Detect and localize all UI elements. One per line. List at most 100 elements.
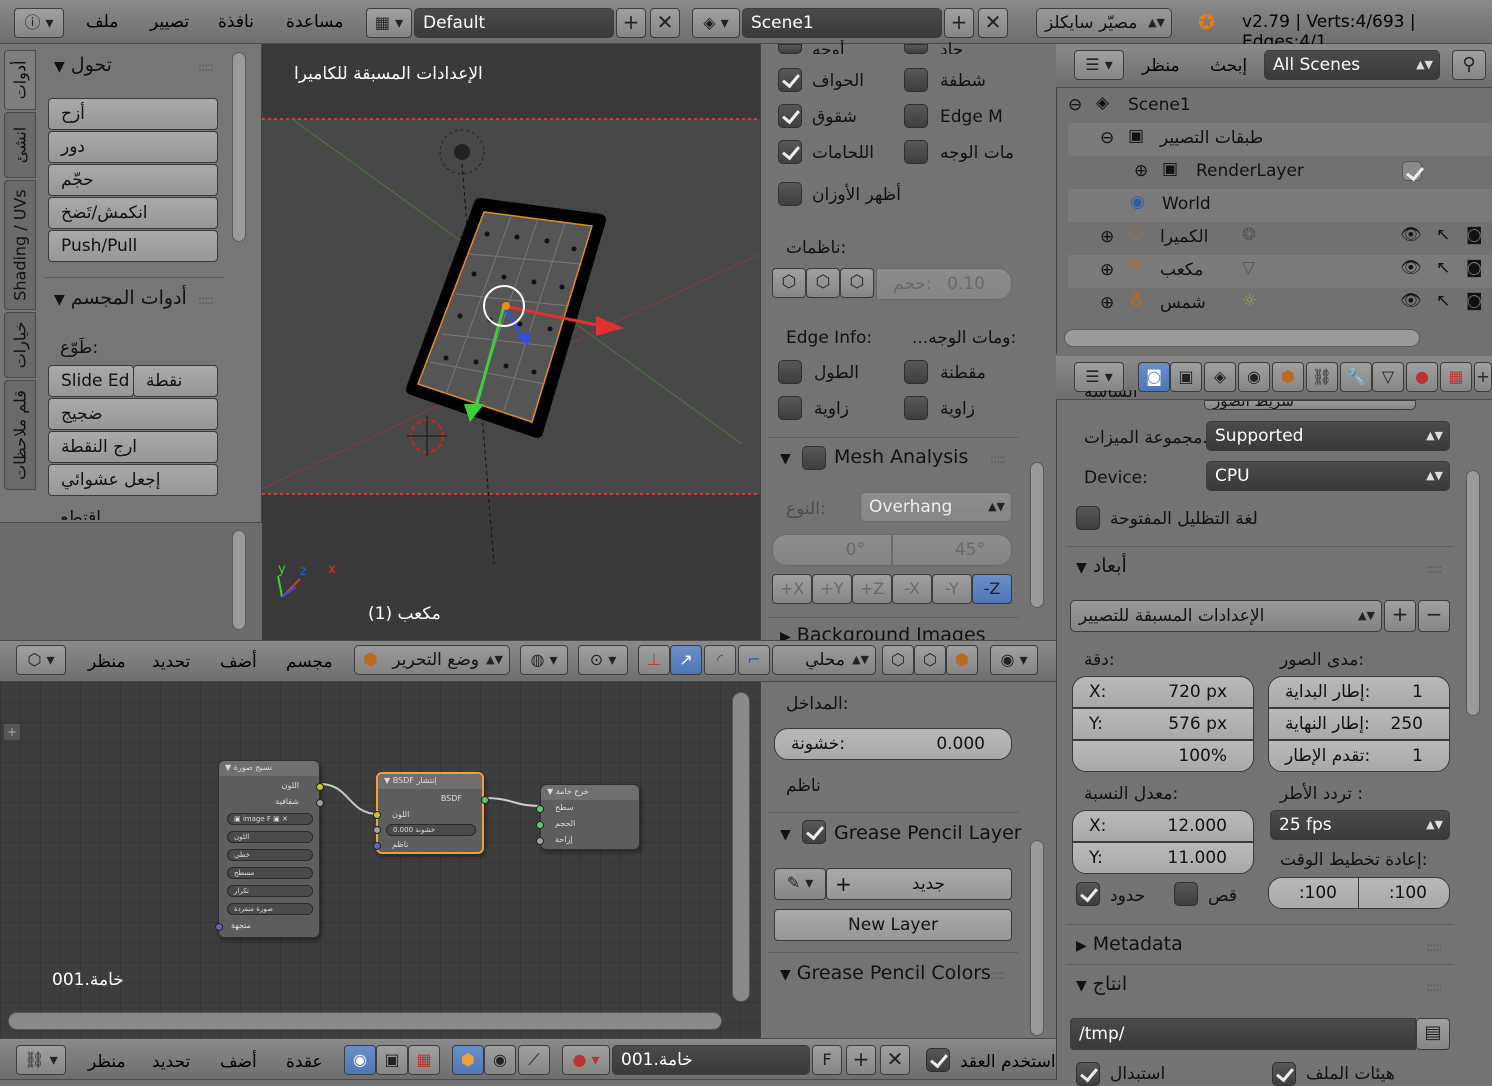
remove-screen-icon[interactable]: ✕ xyxy=(650,8,680,38)
panel-grip-icon[interactable]: ::::: xyxy=(990,968,1006,982)
randomize-button[interactable]: إجعل عشوائي xyxy=(48,464,218,496)
osl-checkbox[interactable] xyxy=(1076,506,1100,530)
output-path-field[interactable]: /tmp/ xyxy=(1070,1018,1416,1050)
eye-icon[interactable]: 👁 xyxy=(1400,258,1422,278)
resolution-percent-field[interactable]: 100% xyxy=(1072,740,1254,772)
add-preset-icon[interactable]: + xyxy=(1384,600,1416,632)
tool-shelf-scrollbar[interactable] xyxy=(232,52,246,242)
node-menu-select[interactable]: تحديد xyxy=(152,1052,190,1072)
new-gp-button[interactable]: + جديد xyxy=(826,868,1012,900)
translate-button[interactable]: أزح xyxy=(48,98,218,130)
mesh-analysis-checkbox[interactable] xyxy=(802,446,826,470)
render-engine-dropdown[interactable]: مصيّر سايكلز ▲▼ xyxy=(1036,8,1172,38)
screen-layout-field[interactable]: Default xyxy=(414,8,614,38)
scale-button[interactable]: حجّم xyxy=(48,164,218,196)
expand-icon[interactable]: ⊕ xyxy=(1134,161,1148,181)
render-tab-icon[interactable]: ◙ xyxy=(1138,362,1170,392)
slide-vertex-button[interactable]: نقطة xyxy=(133,365,218,397)
smooth-vertex-button[interactable]: ارج النقطة xyxy=(48,431,218,463)
metadata-panel-title[interactable]: ▶ Metadata xyxy=(1076,933,1183,955)
gp-colors-title[interactable]: ▼ Grease Pencil Colors xyxy=(780,962,991,984)
pencil-icon[interactable]: ✎ ▾ xyxy=(774,868,826,900)
crop-checkbox[interactable] xyxy=(1174,882,1198,906)
view3d-menu-select[interactable]: تحديد xyxy=(152,652,190,672)
node-menu-view[interactable]: منظر xyxy=(88,1052,126,1072)
screen-layout-icon[interactable]: ▦ ▾ xyxy=(366,8,412,38)
menu-file[interactable]: ملف xyxy=(86,12,118,32)
translate-manipulator-icon[interactable]: ↗ xyxy=(670,645,702,675)
frame-end-field[interactable]: إطار النهاية: 250 xyxy=(1268,708,1450,740)
frame-rate-dropdown[interactable]: 25 fps ▲▼ xyxy=(1270,810,1450,840)
frame-start-field[interactable]: إطار البداية: 1 xyxy=(1268,676,1450,708)
expand-icon[interactable]: ⊕ xyxy=(1100,227,1114,247)
tree-camera[interactable]: ⊕ ⎔ الكميرا ❂ 👁 ↖ ◙ xyxy=(1068,222,1492,255)
material-tab-icon[interactable]: ● xyxy=(1406,362,1438,392)
remap-old-field[interactable]: :100 xyxy=(1268,877,1360,909)
panel-grip-icon[interactable]: ::::: xyxy=(1426,980,1442,994)
scene-tab-icon[interactable]: ◈ xyxy=(1204,362,1236,392)
view3d-menu-view[interactable]: منظر xyxy=(88,652,126,672)
image-texture-node[interactable]: ▼ نسيج صورة اللون شفافية ▣ image F ▣ ✕ ا… xyxy=(215,760,324,938)
texture-tab-icon[interactable]: ▦ xyxy=(1440,362,1472,392)
world-shader-icon[interactable]: ◉ xyxy=(484,1045,516,1075)
tree-render-layers[interactable]: ⊖ ▣ طبقات التصيير xyxy=(1068,123,1492,156)
line-style-icon[interactable]: ⟋ xyxy=(518,1045,550,1075)
view3d-editor-icon[interactable]: ⬡ ▾ xyxy=(16,645,66,675)
cursor-icon[interactable]: ↖ xyxy=(1436,291,1450,311)
material-browse-icon[interactable]: ● ▾ xyxy=(562,1045,610,1075)
resolution-x-field[interactable]: X: 720 px xyxy=(1072,676,1254,708)
shading-mode-icon[interactable]: ◍ ▾ xyxy=(520,645,568,675)
frame-step-field[interactable]: تقدم الإطار: 1 xyxy=(1268,740,1450,772)
socket-color[interactable] xyxy=(316,783,324,791)
node-image-source[interactable]: صورة منفردة xyxy=(227,903,313,915)
node-extension[interactable]: تكرار xyxy=(227,885,313,897)
edge-select-icon[interactable]: ⬡ xyxy=(914,645,946,675)
outliner-menu-search[interactable]: إبحث xyxy=(1210,56,1247,76)
render-camera-icon[interactable]: ◙ xyxy=(1466,258,1483,278)
panel-grip-icon[interactable]: ::::: xyxy=(1426,940,1442,954)
tree-scene[interactable]: ⊖ ◈ Scene1 xyxy=(1068,90,1492,123)
split-normals-icon[interactable]: ⬡ xyxy=(806,268,840,298)
axis-py-button[interactable]: +Y xyxy=(812,574,852,604)
add-scene-icon[interactable]: + xyxy=(944,8,974,38)
border-checkbox[interactable] xyxy=(1076,882,1100,906)
add-screen-icon[interactable]: + xyxy=(616,8,646,38)
material-name-field[interactable]: خامة.001 xyxy=(612,1045,810,1075)
tree-sun[interactable]: ⊕ ♁ شمس ☼ 👁 ↖ ◙ xyxy=(1068,288,1492,321)
edges-checkbox[interactable] xyxy=(778,68,802,92)
socket-surface[interactable] xyxy=(536,805,544,813)
menu-render[interactable]: تصيير xyxy=(150,12,189,32)
remap-new-field[interactable]: :100 xyxy=(1358,877,1450,909)
vertex-select-icon[interactable]: ⬡ xyxy=(882,645,914,675)
proportional-edit-icon[interactable]: ◉ ▾ xyxy=(990,645,1038,675)
n-panel-scrollbar[interactable] xyxy=(1030,462,1044,608)
creases-checkbox[interactable] xyxy=(778,104,802,128)
render-camera-icon[interactable]: ◙ xyxy=(1466,291,1483,311)
socket-roughness[interactable] xyxy=(373,826,381,834)
output-panel-title[interactable]: ▼ انتاج xyxy=(1076,973,1127,995)
edge-marks-checkbox[interactable] xyxy=(904,104,928,128)
menu-help[interactable]: مساعدة xyxy=(286,12,343,32)
socket-color-in[interactable] xyxy=(373,811,381,819)
edge-angle-checkbox[interactable] xyxy=(778,396,802,420)
panel-grip-icon[interactable]: ::::: xyxy=(1426,562,1442,576)
object-shader-icon[interactable]: ⬢ xyxy=(452,1045,484,1075)
mesh-tools-panel-title[interactable]: ▼ أدوات المجسم xyxy=(54,287,187,309)
axis-nx-button[interactable]: -X xyxy=(892,574,932,604)
face-area-checkbox[interactable] xyxy=(904,360,928,384)
remove-preset-icon[interactable]: − xyxy=(1418,600,1450,632)
search-icon[interactable]: ⚲ xyxy=(1452,50,1486,80)
aspect-x-field[interactable]: X: 12.000 xyxy=(1072,810,1254,842)
axis-px-button[interactable]: +X xyxy=(772,574,812,604)
rotate-button[interactable]: دور xyxy=(48,131,218,163)
angle-min-field[interactable]: 0° xyxy=(772,534,892,566)
aspect-y-field[interactable]: Y: 11.000 xyxy=(1072,842,1254,874)
face-marks-checkbox[interactable] xyxy=(904,140,928,164)
expand-icon[interactable]: ⊕ xyxy=(1100,293,1114,313)
tree-render-layer[interactable]: ⊕ ▣ RenderLayer xyxy=(1068,156,1492,189)
tool-props-scrollbar[interactable] xyxy=(232,530,246,630)
scene-icon[interactable]: ◈ ▾ xyxy=(692,8,740,38)
outliner-editor-icon[interactable]: ☰ ▾ xyxy=(1074,50,1124,80)
world-tab-icon[interactable]: ◉ xyxy=(1238,362,1270,392)
node-editor-type-icon[interactable]: ⛓ ▾ xyxy=(16,1045,66,1075)
